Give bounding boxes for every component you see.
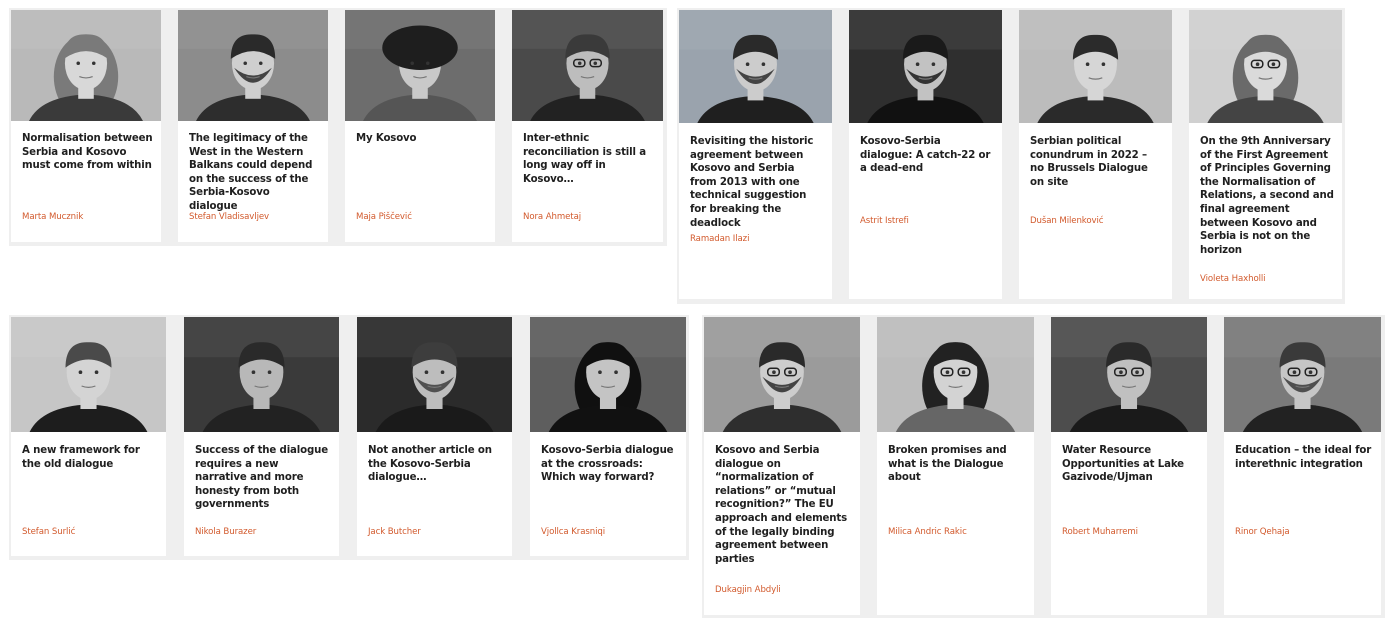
author-photo[interactable] <box>704 317 860 432</box>
article-author[interactable]: Stefan Vladisavljev <box>189 212 269 222</box>
author-photo[interactable] <box>345 10 495 121</box>
article-title[interactable]: Success of the dialogue requires a new n… <box>195 444 331 512</box>
article-author[interactable]: Ramadan Ilazi <box>690 234 749 244</box>
article-author[interactable]: Maja Piščević <box>356 212 412 222</box>
author-photo[interactable] <box>11 10 161 121</box>
article-author[interactable]: Nikola Burazer <box>195 527 256 537</box>
author-photo[interactable] <box>11 317 166 432</box>
author-photo[interactable] <box>512 10 663 121</box>
author-photo[interactable] <box>1019 10 1172 123</box>
author-photo[interactable] <box>849 10 1002 123</box>
article-title[interactable]: Normalisation between Serbia and Kosovo … <box>22 132 153 173</box>
article-author[interactable]: Rinor Qehaja <box>1235 527 1290 537</box>
article-title[interactable]: Water Resource Opportunities at Lake Gaz… <box>1062 444 1199 485</box>
author-photo[interactable] <box>178 10 328 121</box>
article-author[interactable]: Robert Muharremi <box>1062 527 1138 537</box>
article-card[interactable]: Water Resource Opportunities at Lake Gaz… <box>1051 317 1207 615</box>
article-title[interactable]: A new framework for the old dialogue <box>22 444 158 471</box>
author-photo[interactable] <box>357 317 512 432</box>
author-photo[interactable] <box>1051 317 1207 432</box>
article-author[interactable]: Violeta Haxholli <box>1200 274 1266 284</box>
article-title[interactable]: Serbian political conundrum in 2022 – no… <box>1030 135 1164 189</box>
author-photo[interactable] <box>1224 317 1381 432</box>
article-card[interactable]: Education – the ideal for interethnic in… <box>1224 317 1381 615</box>
article-author[interactable]: Nora Ahmetaj <box>523 212 581 222</box>
article-title[interactable]: Education – the ideal for interethnic in… <box>1235 444 1373 471</box>
article-card[interactable]: The legitimacy of the West in the Wester… <box>178 10 328 242</box>
article-title[interactable]: Revisiting the historic agreement betwee… <box>690 135 824 230</box>
author-photo[interactable] <box>530 317 686 432</box>
article-title[interactable]: On the 9th Anniversary of the First Agre… <box>1200 135 1334 257</box>
author-photo[interactable] <box>679 10 832 123</box>
article-title[interactable]: Broken promises and what is the Dialogue… <box>888 444 1026 485</box>
article-card[interactable]: Serbian political conundrum in 2022 – no… <box>1019 10 1172 299</box>
article-title[interactable]: Kosovo-Serbia dialogue: A catch-22 or a … <box>860 135 994 176</box>
article-title[interactable]: The legitimacy of the West in the Wester… <box>189 132 320 214</box>
article-title[interactable]: Not another article on the Kosovo-Serbia… <box>368 444 504 485</box>
article-title[interactable]: Kosovo and Serbia dialogue on “normaliza… <box>715 444 852 566</box>
author-photo[interactable] <box>1189 10 1342 123</box>
article-card[interactable]: Broken promises and what is the Dialogue… <box>877 317 1034 615</box>
article-author[interactable]: Milica Andric Rakic <box>888 527 967 537</box>
article-card[interactable]: Kosovo-Serbia dialogue: A catch-22 or a … <box>849 10 1002 299</box>
article-author[interactable]: Vjollca Krasniqi <box>541 527 605 537</box>
article-card[interactable]: Success of the dialogue requires a new n… <box>184 317 339 556</box>
article-card[interactable]: Inter-ethnic reconciliation is still a l… <box>512 10 663 242</box>
article-card[interactable]: Kosovo and Serbia dialogue on “normaliza… <box>704 317 860 615</box>
article-card[interactable]: Kosovo-Serbia dialogue at the crossroads… <box>530 317 686 556</box>
author-photo[interactable] <box>184 317 339 432</box>
article-author[interactable]: Marta Mucznik <box>22 212 83 222</box>
article-author[interactable]: Stefan Surlić <box>22 527 75 537</box>
author-photo[interactable] <box>877 317 1034 432</box>
article-card[interactable]: Not another article on the Kosovo-Serbia… <box>357 317 512 556</box>
article-card[interactable]: Normalisation between Serbia and Kosovo … <box>11 10 161 242</box>
article-title[interactable]: Inter-ethnic reconciliation is still a l… <box>523 132 655 186</box>
article-card[interactable]: My Kosovo Maja Piščević <box>345 10 495 242</box>
article-author[interactable]: Dukagjin Abdyli <box>715 585 781 595</box>
article-author[interactable]: Jack Butcher <box>368 527 421 537</box>
article-card[interactable]: Revisiting the historic agreement betwee… <box>679 10 832 299</box>
article-author[interactable]: Astrit Istrefi <box>860 216 909 226</box>
article-title[interactable]: My Kosovo <box>356 132 487 146</box>
article-author[interactable]: Dušan Milenković <box>1030 216 1104 226</box>
article-card[interactable]: On the 9th Anniversary of the First Agre… <box>1189 10 1342 299</box>
article-card[interactable]: A new framework for the old dialogue Stef… <box>11 317 166 556</box>
article-title[interactable]: Kosovo-Serbia dialogue at the crossroads… <box>541 444 678 485</box>
